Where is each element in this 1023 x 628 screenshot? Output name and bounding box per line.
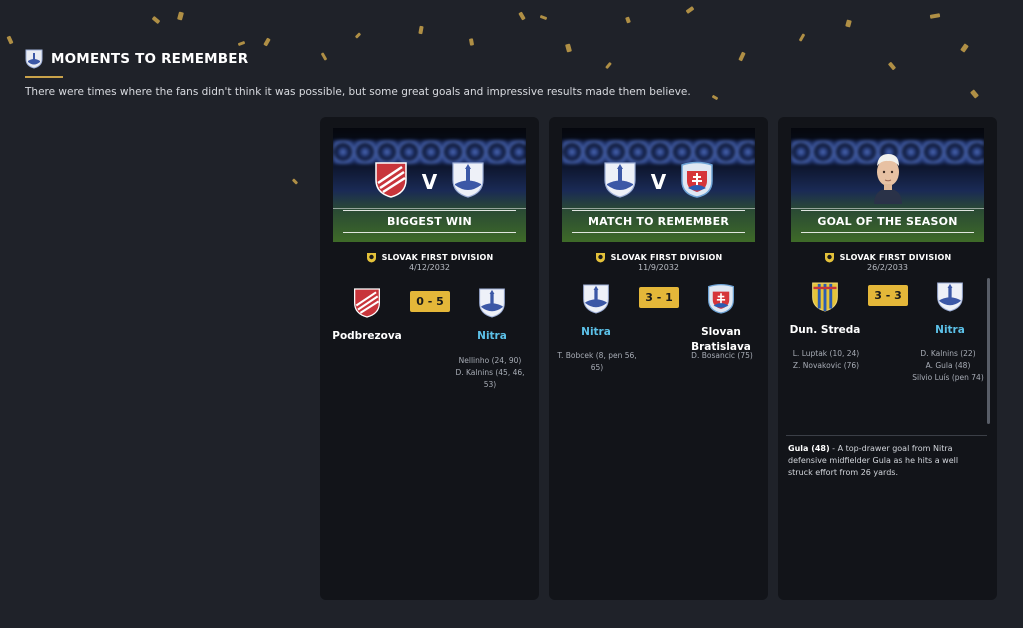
scrollbar[interactable]	[987, 278, 990, 424]
away-team[interactable]: Nitra	[437, 287, 547, 344]
scorer-line: T. Bobcek (8, pen 56,	[557, 351, 637, 360]
slovan-bratislava-crest-icon	[680, 161, 714, 203]
away-scorers: D. Kalnins (22) A. Gula (48) Silvio Luís…	[903, 348, 993, 384]
home-scorers: T. Bobcek (8, pen 56, 65)	[551, 350, 643, 374]
banner-label: MATCH TO REMEMBER	[572, 210, 745, 233]
banner-label: BIGGEST WIN	[343, 210, 516, 233]
versus-label: V	[650, 170, 667, 194]
scorer-line: Nellinho (24, 90)	[458, 356, 522, 365]
banner-label: GOAL OF THE SEASON	[801, 210, 974, 233]
title-underline	[25, 76, 63, 78]
competition-name: SLOVAK FIRST DIVISION	[839, 253, 952, 262]
scorer-line: Z. Novakovic (76)	[792, 361, 860, 370]
competition-name: SLOVAK FIRST DIVISION	[610, 253, 723, 262]
match-date: 4/12/2032	[408, 263, 451, 272]
page-subtitle: There were times where the fans didn't t…	[25, 86, 691, 98]
home-team-name: Nitra	[581, 326, 611, 338]
away-team-name-line: Slovan	[701, 326, 741, 338]
podbrezova-crest-icon	[312, 287, 422, 319]
scorer-line: D. Kalnins (45, 46,	[455, 368, 525, 377]
goal-scorer: Gula (48)	[788, 444, 830, 453]
away-scorers: D. Bosancic (75)	[677, 350, 767, 362]
player-portrait-icon	[868, 150, 908, 210]
moment-card-match-to-remember[interactable]: V MATCH TO REMEMBER SLOVAK FIRST DIVISIO…	[549, 117, 768, 600]
podbrezova-crest-icon	[374, 161, 408, 203]
scorer-line: A. Gula (48)	[925, 361, 971, 370]
scorer-line: 65)	[590, 363, 604, 372]
section-header: MOMENTS TO REMEMBER	[25, 49, 248, 78]
pitch-line	[562, 208, 755, 209]
scorer-line: D. Bosancic (75)	[691, 351, 753, 360]
page-title: MOMENTS TO REMEMBER	[51, 51, 249, 67]
versus-label: V	[421, 170, 438, 194]
home-team-name: Podbrezova	[332, 330, 402, 342]
card-banner: GOAL OF THE SEASON	[791, 128, 984, 242]
away-team[interactable]: Slovan Bratislava	[666, 283, 776, 355]
match-date: 26/2/2033	[866, 263, 909, 272]
match-date: 11/9/2032	[637, 263, 680, 272]
divider	[786, 435, 987, 436]
moment-card-biggest-win[interactable]: V BIGGEST WIN SLOVAK FIRST DIVISION 4/12…	[320, 117, 539, 600]
goal-description: Gula (48) - A top-drawer goal from Nitra…	[788, 443, 983, 479]
nitra-crest-icon	[437, 287, 547, 319]
nitra-crest-icon	[603, 161, 637, 203]
pitch-line	[791, 208, 984, 209]
scorer-line: 53)	[483, 380, 497, 389]
slovan-bratislava-crest-icon	[666, 283, 776, 315]
home-team[interactable]: Nitra	[541, 283, 651, 340]
card-banner: V MATCH TO REMEMBER	[562, 128, 755, 242]
pitch-line	[333, 208, 526, 209]
home-team[interactable]: Podbrezova	[312, 287, 422, 344]
nitra-crest-icon	[451, 161, 485, 203]
competition-name: SLOVAK FIRST DIVISION	[381, 253, 494, 262]
scorer-line: D. Kalnins (22)	[920, 349, 976, 358]
moment-card-goal-of-the-season[interactable]: GOAL OF THE SEASON SLOVAK FIRST DIVISION…	[778, 117, 997, 600]
home-team[interactable]: Dun. Streda	[770, 281, 880, 338]
club-shield-icon	[25, 49, 43, 69]
away-team-name: Nitra	[477, 330, 507, 342]
home-scorers: L. Luptak (10, 24) Z. Novakovic (76)	[780, 348, 872, 372]
scorer-line: L. Luptak (10, 24)	[792, 349, 860, 358]
dunajska-streda-crest-icon	[770, 281, 880, 313]
card-banner: V BIGGEST WIN	[333, 128, 526, 242]
scorer-line: Silvio Luís (pen 74)	[912, 373, 984, 382]
nitra-crest-icon	[541, 283, 651, 315]
home-team-name: Dun. Streda	[789, 324, 861, 336]
away-scorers: Nellinho (24, 90) D. Kalnins (45, 46, 53…	[445, 355, 535, 391]
